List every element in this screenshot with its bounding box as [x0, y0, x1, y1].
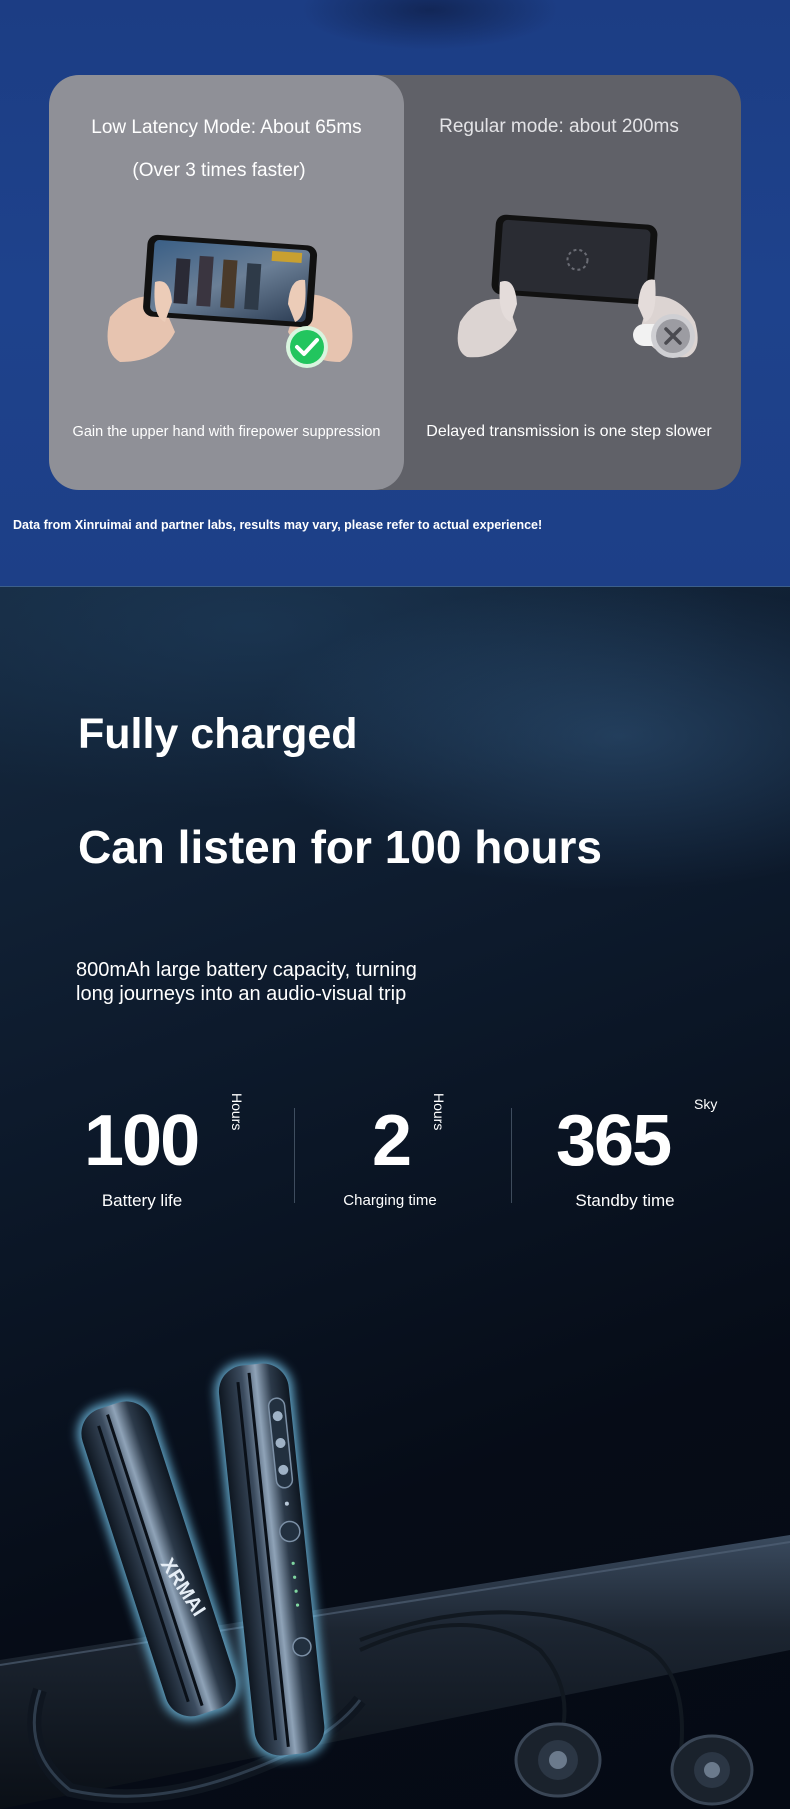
- section-divider: [0, 586, 790, 587]
- battery-description: 800mAh large battery capacity, turning l…: [76, 958, 536, 1006]
- headline-listen-hours: Can listen for 100 hours: [78, 821, 603, 873]
- regular-mode-caption: Delayed transmission is one step slower: [426, 423, 712, 440]
- stat-divider: [511, 1108, 512, 1203]
- check-icon: [286, 326, 328, 368]
- low-latency-subtitle: (Over 3 times faster): [132, 160, 306, 181]
- earbud-icon: [670, 1734, 754, 1806]
- description-line-2: long journeys into an audio-visual trip: [76, 983, 407, 1005]
- stat-battery-life-value: 100: [84, 1101, 200, 1181]
- low-latency-caption: Gain the upper hand with firepower suppr…: [72, 424, 381, 440]
- disclaimer-text: Data from Xinruimai and partner labs, re…: [13, 518, 543, 532]
- neckband-earphones-image: XRMAI: [0, 1359, 790, 1809]
- stat-charging-time-value: 2: [372, 1101, 412, 1181]
- earbud-icon: [514, 1722, 602, 1798]
- stat-standby-time-label: Standby time: [575, 1191, 675, 1210]
- stat-standby-time-unit: Sky: [694, 1096, 718, 1112]
- phone-loading-image: [457, 214, 698, 358]
- stat-battery-life-label: Battery life: [101, 1191, 183, 1210]
- stat-charging-time-unit: Hours: [431, 1093, 447, 1131]
- close-icon: [651, 314, 695, 358]
- stat-divider: [294, 1108, 295, 1203]
- stat-battery-life-unit: Hours: [229, 1093, 245, 1131]
- description-line-1: 800mAh large battery capacity, turning: [76, 959, 417, 981]
- low-latency-title: Low Latency Mode: About 65ms: [91, 117, 362, 138]
- headline-fully-charged: Fully charged: [78, 710, 358, 758]
- stat-standby-time-value: 365: [556, 1101, 672, 1181]
- stat-charging-time-label: Charging time: [343, 1192, 437, 1209]
- regular-mode-title: Regular mode: about 200ms: [439, 116, 679, 137]
- phone-gaming-image: [107, 234, 353, 368]
